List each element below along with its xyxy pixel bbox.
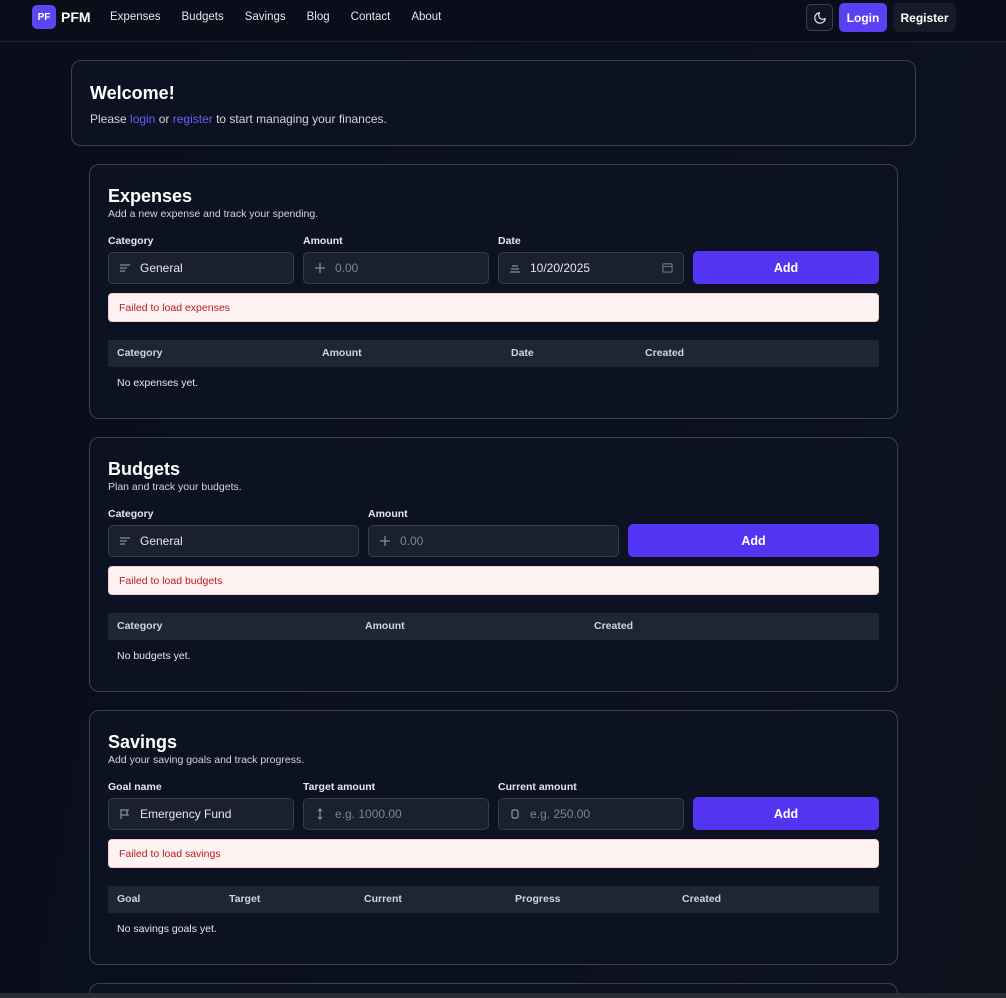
expense-amount-label: Amount: [303, 235, 343, 247]
budget-category-select[interactable]: General: [108, 525, 359, 557]
filter-lines-icon: [119, 262, 131, 274]
current-amount-placeholder: e.g. 250.00: [530, 807, 591, 821]
plus-icon: [379, 535, 391, 547]
budgets-subtitle: Plan and track your budgets.: [108, 481, 242, 493]
savings-title: Savings: [108, 732, 178, 752]
goal-name-input[interactable]: Emergency Fund: [108, 798, 294, 830]
budgets-col-category[interactable]: Category: [117, 620, 163, 632]
nav-link-expenses[interactable]: Expenses: [110, 11, 161, 23]
welcome-text-post: to start managing your finances.: [212, 112, 387, 126]
expense-category-label: Category: [108, 235, 154, 247]
goal-name-value: Emergency Fund: [140, 807, 232, 821]
savings-col-goal[interactable]: Goal: [117, 893, 140, 905]
budget-category-label: Category: [108, 508, 154, 520]
savings-empty-state: No savings goals yet.: [117, 923, 217, 935]
budget-amount-input[interactable]: 0.00: [368, 525, 619, 557]
nav-link-contact[interactable]: Contact: [351, 11, 391, 23]
plus-icon: [314, 262, 326, 274]
savings-col-target[interactable]: Target: [229, 893, 260, 905]
target-amount-placeholder: e.g. 1000.00: [335, 807, 402, 821]
budget-amount-placeholder: 0.00: [400, 534, 424, 548]
logo-text[interactable]: PFM: [61, 9, 91, 25]
theme-toggle-button[interactable]: [806, 4, 833, 31]
login-button[interactable]: Login: [839, 3, 887, 32]
budgets-col-amount[interactable]: Amount: [365, 620, 405, 632]
welcome-text-mid: or: [155, 112, 173, 126]
expenses-col-amount[interactable]: Amount: [322, 347, 362, 359]
expense-date-input[interactable]: 10/20/2025: [498, 252, 684, 284]
target-amount-input[interactable]: e.g. 1000.00: [303, 798, 489, 830]
expense-date-value: 10/20/2025: [530, 261, 591, 275]
expenses-title: Expenses: [108, 186, 193, 206]
expenses-col-category[interactable]: Category: [117, 347, 163, 359]
moon-icon: [813, 11, 826, 24]
logo-badge[interactable]: PF: [32, 5, 56, 29]
wallet-icon: [509, 808, 521, 820]
calendar-icon[interactable]: [662, 262, 673, 276]
budget-amount-label: Amount: [368, 508, 408, 520]
savings-subtitle: Add your saving goals and track progress…: [108, 754, 305, 766]
budget-category-value: General: [140, 534, 183, 548]
expenses-subtitle: Add a new expense and track your spendin…: [108, 208, 319, 220]
savings-add-button[interactable]: Add: [693, 797, 879, 830]
savings-col-progress[interactable]: Progress: [515, 893, 561, 905]
budget-add-button[interactable]: Add: [628, 524, 879, 557]
welcome-text-pre: Please: [90, 112, 131, 126]
nav-link-savings[interactable]: Savings: [245, 11, 286, 23]
nav-link-about[interactable]: About: [411, 11, 441, 23]
savings-col-current[interactable]: Current: [364, 893, 402, 905]
login-link[interactable]: login: [130, 112, 155, 126]
expense-add-button[interactable]: Add: [693, 251, 879, 284]
nav-links: Expenses Budgets Savings Blog Contact Ab…: [110, 11, 441, 23]
register-link[interactable]: register: [173, 112, 213, 126]
budgets-table-header: Category Amount Created: [108, 613, 879, 640]
expense-date-label: Date: [498, 235, 521, 247]
current-amount-input[interactable]: e.g. 250.00: [498, 798, 684, 830]
date-lines-icon: [509, 262, 521, 274]
budgets-col-created[interactable]: Created: [594, 620, 633, 632]
target-amount-label: Target amount: [303, 781, 376, 793]
budgets-empty-state: No budgets yet.: [117, 650, 191, 662]
flag-icon: [119, 808, 131, 820]
goal-name-label: Goal name: [108, 781, 162, 793]
welcome-text: Please login or register to start managi…: [90, 112, 387, 126]
savings-table-header: Goal Target Current Progress Created: [108, 886, 879, 913]
budgets-title: Budgets: [108, 459, 180, 479]
savings-col-created[interactable]: Created: [682, 893, 721, 905]
expense-category-value: General: [140, 261, 183, 275]
savings-error-alert: Failed to load savings: [108, 839, 879, 868]
nav-link-blog[interactable]: Blog: [307, 11, 330, 23]
expense-category-select[interactable]: General: [108, 252, 294, 284]
filter-lines-icon: [119, 535, 131, 547]
register-button[interactable]: Register: [893, 3, 956, 32]
budgets-error-alert: Failed to load budgets: [108, 566, 879, 595]
expense-amount-input[interactable]: 0.00: [303, 252, 489, 284]
expenses-col-created[interactable]: Created: [645, 347, 684, 359]
expense-amount-placeholder: 0.00: [335, 261, 359, 275]
welcome-title: Welcome!: [90, 83, 175, 103]
savings-card: Savings Add your saving goals and track …: [89, 710, 898, 965]
expenses-table-header: Category Amount Date Created: [108, 340, 879, 367]
budgets-card: Budgets Plan and track your budgets. Cat…: [89, 437, 898, 692]
current-amount-label: Current amount: [498, 781, 577, 793]
expenses-col-date[interactable]: Date: [511, 347, 534, 359]
top-navbar: PF PFM Expenses Budgets Savings Blog Con…: [0, 0, 1006, 42]
nav-link-budgets[interactable]: Budgets: [182, 11, 224, 23]
arrows-vertical-icon: [314, 808, 326, 820]
expenses-card: Expenses Add a new expense and track you…: [89, 164, 898, 419]
welcome-card: Welcome! Please login or register to sta…: [71, 60, 916, 146]
expenses-error-alert: Failed to load expenses: [108, 293, 879, 322]
horizontal-scrollbar[interactable]: [0, 993, 1006, 998]
expenses-empty-state: No expenses yet.: [117, 377, 199, 389]
